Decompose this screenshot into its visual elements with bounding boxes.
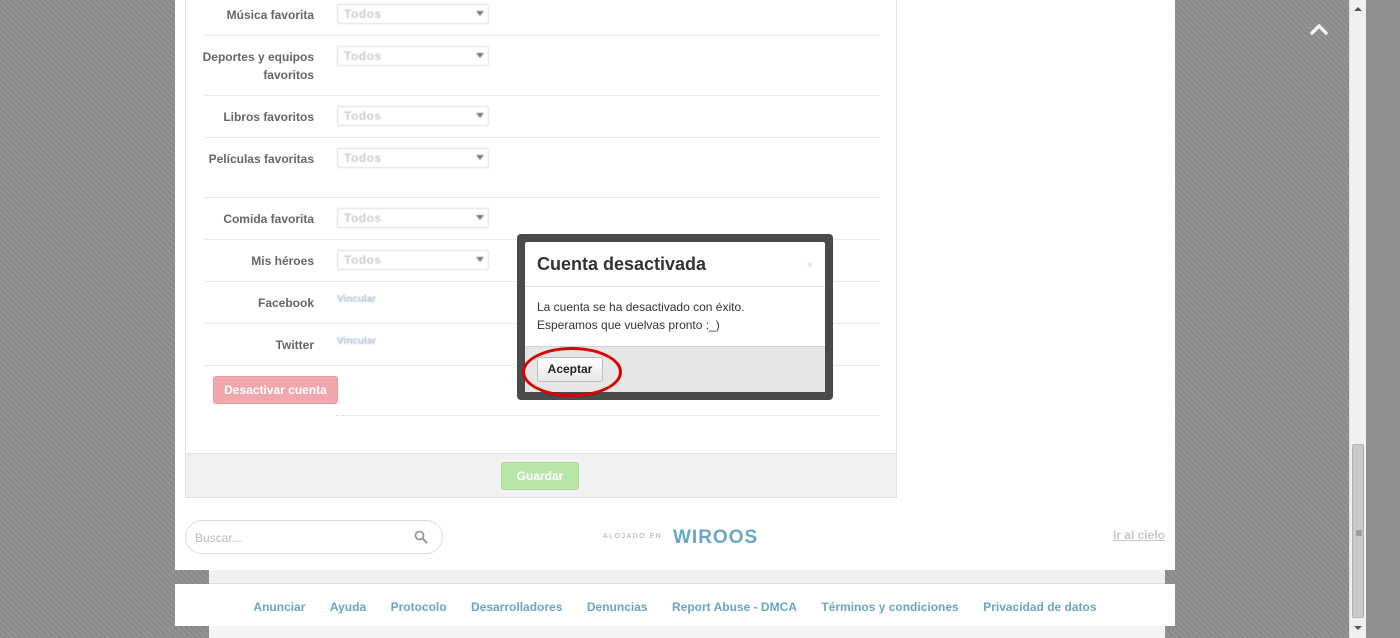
scroll-up-icon[interactable]: [1354, 5, 1362, 13]
select-value: Todos: [344, 49, 382, 63]
form-row-music: Música favorita Todos: [204, 0, 880, 36]
nav-link-protocolo[interactable]: Protocolo: [391, 600, 447, 614]
select-value: Todos: [344, 109, 382, 123]
movies-select[interactable]: Todos: [337, 148, 489, 168]
row-label: Comida favorita: [223, 212, 314, 226]
dialog-message-line2: Esperamos que vuelvas pronto :_): [537, 318, 720, 332]
row-label: Mis héroes: [251, 254, 314, 268]
chevron-down-icon: [476, 113, 484, 118]
chevron-down-icon: [476, 155, 484, 160]
go-to-top-link[interactable]: Ir al cielo: [1113, 528, 1165, 542]
chevron-down-icon: [476, 257, 484, 262]
bottom-strip: [209, 626, 1165, 638]
books-select[interactable]: Todos: [337, 106, 489, 126]
nav-link-anunciar[interactable]: Anunciar: [253, 600, 305, 614]
deactivate-account-button[interactable]: Desactivar cuenta: [213, 376, 338, 404]
close-icon[interactable]: ×: [807, 260, 813, 271]
page-shadow-strip: [209, 570, 1165, 584]
search-box[interactable]: Buscar...: [185, 520, 443, 554]
nav-link-report-abuse[interactable]: Report Abuse - DMCA: [672, 600, 797, 614]
chevron-down-icon: [476, 53, 484, 58]
dialog-message-line1: La cuenta se ha desactivado con éxito.: [537, 300, 745, 314]
row-label: Facebook: [257, 296, 314, 310]
row-label: Deportes y equipos favoritos: [202, 50, 314, 82]
nav-link-denuncias[interactable]: Denuncias: [587, 600, 648, 614]
row-label: Música favorita: [226, 8, 314, 22]
row-label: Libros favoritos: [223, 110, 314, 124]
facebook-link[interactable]: Vincular: [337, 294, 376, 305]
select-value: Todos: [344, 253, 382, 267]
dialog-message: La cuenta se ha desactivado con éxito. E…: [537, 298, 744, 334]
grip-icon: [1356, 530, 1362, 536]
save-button[interactable]: Guardar: [501, 462, 579, 490]
music-select[interactable]: Todos: [337, 4, 489, 24]
select-value: Todos: [344, 211, 382, 225]
heroes-select[interactable]: Todos: [337, 250, 489, 270]
bottom-nav: Anunciar Ayuda Protocolo Desarrolladores…: [175, 584, 1175, 626]
sports-select[interactable]: Todos: [337, 46, 489, 66]
form-footer: Guardar: [186, 453, 896, 497]
hosted-label: ALOJADO EN: [603, 533, 663, 540]
chevron-up-icon[interactable]: [1310, 22, 1328, 36]
chevron-down-icon: [476, 215, 484, 220]
nav-link-desarrolladores[interactable]: Desarrolladores: [471, 600, 562, 614]
scroll-down-icon[interactable]: [1354, 624, 1362, 632]
twitter-link[interactable]: Vincular: [337, 336, 376, 347]
chevron-down-icon: [476, 11, 484, 16]
form-row-sports: Deportes y equipos favoritos Todos: [203, 36, 880, 96]
search-input[interactable]: Buscar...: [195, 531, 242, 545]
search-icon[interactable]: [414, 530, 428, 544]
nav-link-ayuda[interactable]: Ayuda: [330, 600, 366, 614]
dialog-divider: [525, 286, 825, 287]
form-row-movies: Películas favoritas Todos: [204, 138, 880, 198]
nav-link-privacidad[interactable]: Privacidad de datos: [983, 600, 1096, 614]
highlight-annotation-circle: [522, 347, 622, 397]
right-gutter: [1366, 0, 1400, 638]
scroll-thumb[interactable]: [1352, 444, 1364, 618]
nav-link-terminos[interactable]: Términos y condiciones: [821, 600, 958, 614]
wiroos-logo[interactable]: WIROOS: [673, 527, 758, 549]
vertical-scrollbar[interactable]: [1349, 0, 1366, 638]
row-label: Películas favoritas: [208, 152, 314, 166]
select-value: Todos: [344, 7, 382, 21]
food-select[interactable]: Todos: [337, 208, 489, 228]
row-label: Twitter: [275, 338, 314, 352]
select-value: Todos: [344, 151, 382, 165]
form-row-books: Libros favoritos Todos: [204, 96, 880, 138]
dialog-title: Cuenta desactivada: [537, 254, 707, 274]
